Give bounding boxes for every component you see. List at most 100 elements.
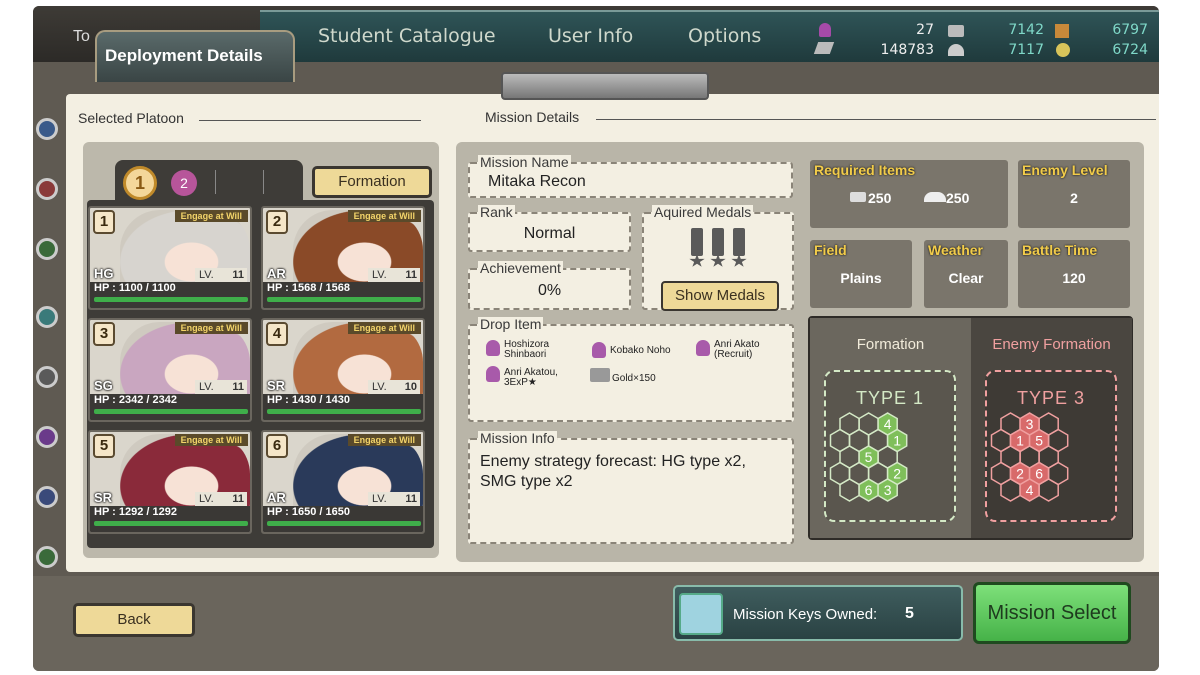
level-badge: LV. 11 xyxy=(195,380,247,394)
page-title: Deployment Details xyxy=(105,46,263,65)
engage-badge: Engage at Will xyxy=(174,210,248,222)
enemy-formation-type: TYPE 3 xyxy=(1016,388,1086,408)
formation-button[interactable]: Formation xyxy=(312,166,432,198)
hp-panel: HP : 1430 / 1430 xyxy=(263,394,423,420)
drop-item: Hoshizora Shinbaori xyxy=(504,339,550,360)
mission-details-panel: Mission Name Mitaka Recon Rank Normal Ac… xyxy=(456,142,1144,562)
hex-number: 3 xyxy=(1026,416,1034,432)
level-badge: LV. 11 xyxy=(195,492,247,506)
student-icon xyxy=(819,23,831,37)
nav-student-catalogue[interactable]: Student Catalogue xyxy=(318,25,496,47)
medals-label: Aquired Medals xyxy=(652,204,754,220)
hex-number: 1 xyxy=(1016,433,1024,449)
side-indicator xyxy=(36,546,58,568)
ration-icon xyxy=(948,44,964,56)
deployment-tab: Deployment Details xyxy=(95,30,295,82)
character-icon xyxy=(486,366,500,382)
hp-text: HP : 1100 / 1100 xyxy=(94,282,176,294)
hp-bar xyxy=(94,297,248,302)
mission-select-button[interactable]: Mission Select xyxy=(973,582,1131,644)
hp-text: HP : 1430 / 1430 xyxy=(267,394,350,406)
hp-text: HP : 1568 / 1568 xyxy=(267,282,350,294)
hp-panel: HP : 1100 / 1100 xyxy=(90,282,250,308)
mission-name-box: Mission Name Mitaka Recon xyxy=(468,155,793,198)
unit-card[interactable]: 4 Engage at Will SR LV. 10 HP : 1430 / 1430 xyxy=(261,318,425,422)
enemy-formation-label: Enemy Formation xyxy=(992,336,1111,353)
side-indicator xyxy=(36,118,58,140)
weapon-type: SG xyxy=(94,378,113,393)
level-label: LV. xyxy=(372,381,387,393)
divider xyxy=(263,170,264,194)
hex-cell xyxy=(839,478,860,502)
drop-item: Gold×150 xyxy=(612,373,656,384)
nav-options[interactable]: Options xyxy=(688,25,761,47)
mission-keys-value: 5 xyxy=(905,605,914,622)
weather-panel: Weather Clear xyxy=(924,240,1008,308)
nav-user-info[interactable]: User Info xyxy=(548,25,633,47)
achievement-label: Achievement xyxy=(478,260,563,276)
back-button[interactable]: Back xyxy=(73,603,195,637)
mission-keys-label: Mission Keys Owned: xyxy=(733,606,878,623)
hex-number: 2 xyxy=(893,466,901,482)
hex-number: 3 xyxy=(884,482,892,498)
hp-panel: HP : 2342 / 2342 xyxy=(90,394,250,420)
resource-ration: 7117 xyxy=(1008,42,1044,58)
required-ration: 250 xyxy=(946,190,970,206)
level-value: 10 xyxy=(404,381,417,393)
gear-icon xyxy=(1056,43,1070,57)
unit-card[interactable]: 2 Engage at Will AR LV. 11 HP : 1568 / 1568 xyxy=(261,206,425,310)
unit-number: 1 xyxy=(93,210,115,234)
weapon-type: HG xyxy=(94,266,114,281)
rank-value: Normal xyxy=(523,225,576,242)
deployment-panel: Selected Platoon Mission Details 1 2 For… xyxy=(66,94,1159,572)
level-value: 11 xyxy=(232,381,244,393)
unit-card[interactable]: 3 Engage at Will SG LV. 11 HP : 2342 / 2342 xyxy=(88,318,252,422)
level-value: 11 xyxy=(405,269,417,281)
drop-item: Anri Akatou, 3ExP★ xyxy=(504,367,558,388)
ammo-icon xyxy=(850,192,866,202)
hex-number: 1 xyxy=(893,433,901,449)
field-label: Field xyxy=(814,242,847,258)
hex-cell xyxy=(1038,478,1059,502)
medal-icon xyxy=(691,228,703,256)
rank-label: Rank xyxy=(478,204,515,220)
weapon-type: AR xyxy=(267,266,286,281)
resource-students: 27 xyxy=(916,22,934,38)
field-value: Plains xyxy=(840,270,882,286)
show-medals-button[interactable]: Show Medals xyxy=(661,281,779,311)
clip-ornament xyxy=(501,72,709,100)
weapon-type: SR xyxy=(94,490,113,505)
level-value: 11 xyxy=(232,269,244,281)
required-items-panel: Required Items 250 250 xyxy=(810,160,1008,228)
enemy-level-value: 2 xyxy=(1070,190,1078,206)
unit-card[interactable]: 6 Engage at Will AR LV. 11 HP : 1650 / 1650 xyxy=(261,430,425,534)
platoon-label: Selected Platoon xyxy=(78,110,184,126)
level-badge: LV. 11 xyxy=(368,492,420,506)
engage-badge: Engage at Will xyxy=(174,434,248,446)
hp-panel: HP : 1292 / 1292 xyxy=(90,506,250,532)
hp-bar xyxy=(94,409,248,414)
hex-number: 5 xyxy=(1035,433,1043,449)
platoon-tab-1[interactable]: 1 xyxy=(123,166,157,200)
battle-time-value: 120 xyxy=(1062,270,1086,286)
partial-tab-label[interactable]: To xyxy=(73,28,90,46)
hex-number: 4 xyxy=(884,416,892,432)
formation-type: TYPE 1 xyxy=(855,388,925,408)
unit-card[interactable]: 5 Engage at Will SR LV. 11 HP : 1292 / 1292 xyxy=(88,430,252,534)
unit-card[interactable]: 1 Engage at Will HG LV. 11 HP : 1100 / 1100 xyxy=(88,206,252,310)
enemy-level-panel: Enemy Level 2 xyxy=(1018,160,1130,228)
unit-number: 5 xyxy=(93,434,115,458)
nav-bar: Student Catalogue User Info Options 27 1… xyxy=(260,10,1159,62)
engage-badge: Engage at Will xyxy=(347,210,421,222)
drop-item: Kobako Noho xyxy=(610,345,671,356)
level-value: 11 xyxy=(232,493,244,505)
platoon-tab-2[interactable]: 2 xyxy=(171,170,197,196)
level-label: LV. xyxy=(372,493,387,505)
resource-ammo: 7142 xyxy=(1008,22,1044,38)
divider xyxy=(215,170,216,194)
hp-text: HP : 1292 / 1292 xyxy=(94,506,177,518)
platoon-tabs: 1 2 xyxy=(115,160,303,204)
enemy-formation: Enemy Formation TYPE 3 315 264 xyxy=(971,318,1132,538)
hex-number: 5 xyxy=(865,449,873,465)
side-indicator xyxy=(36,486,58,508)
